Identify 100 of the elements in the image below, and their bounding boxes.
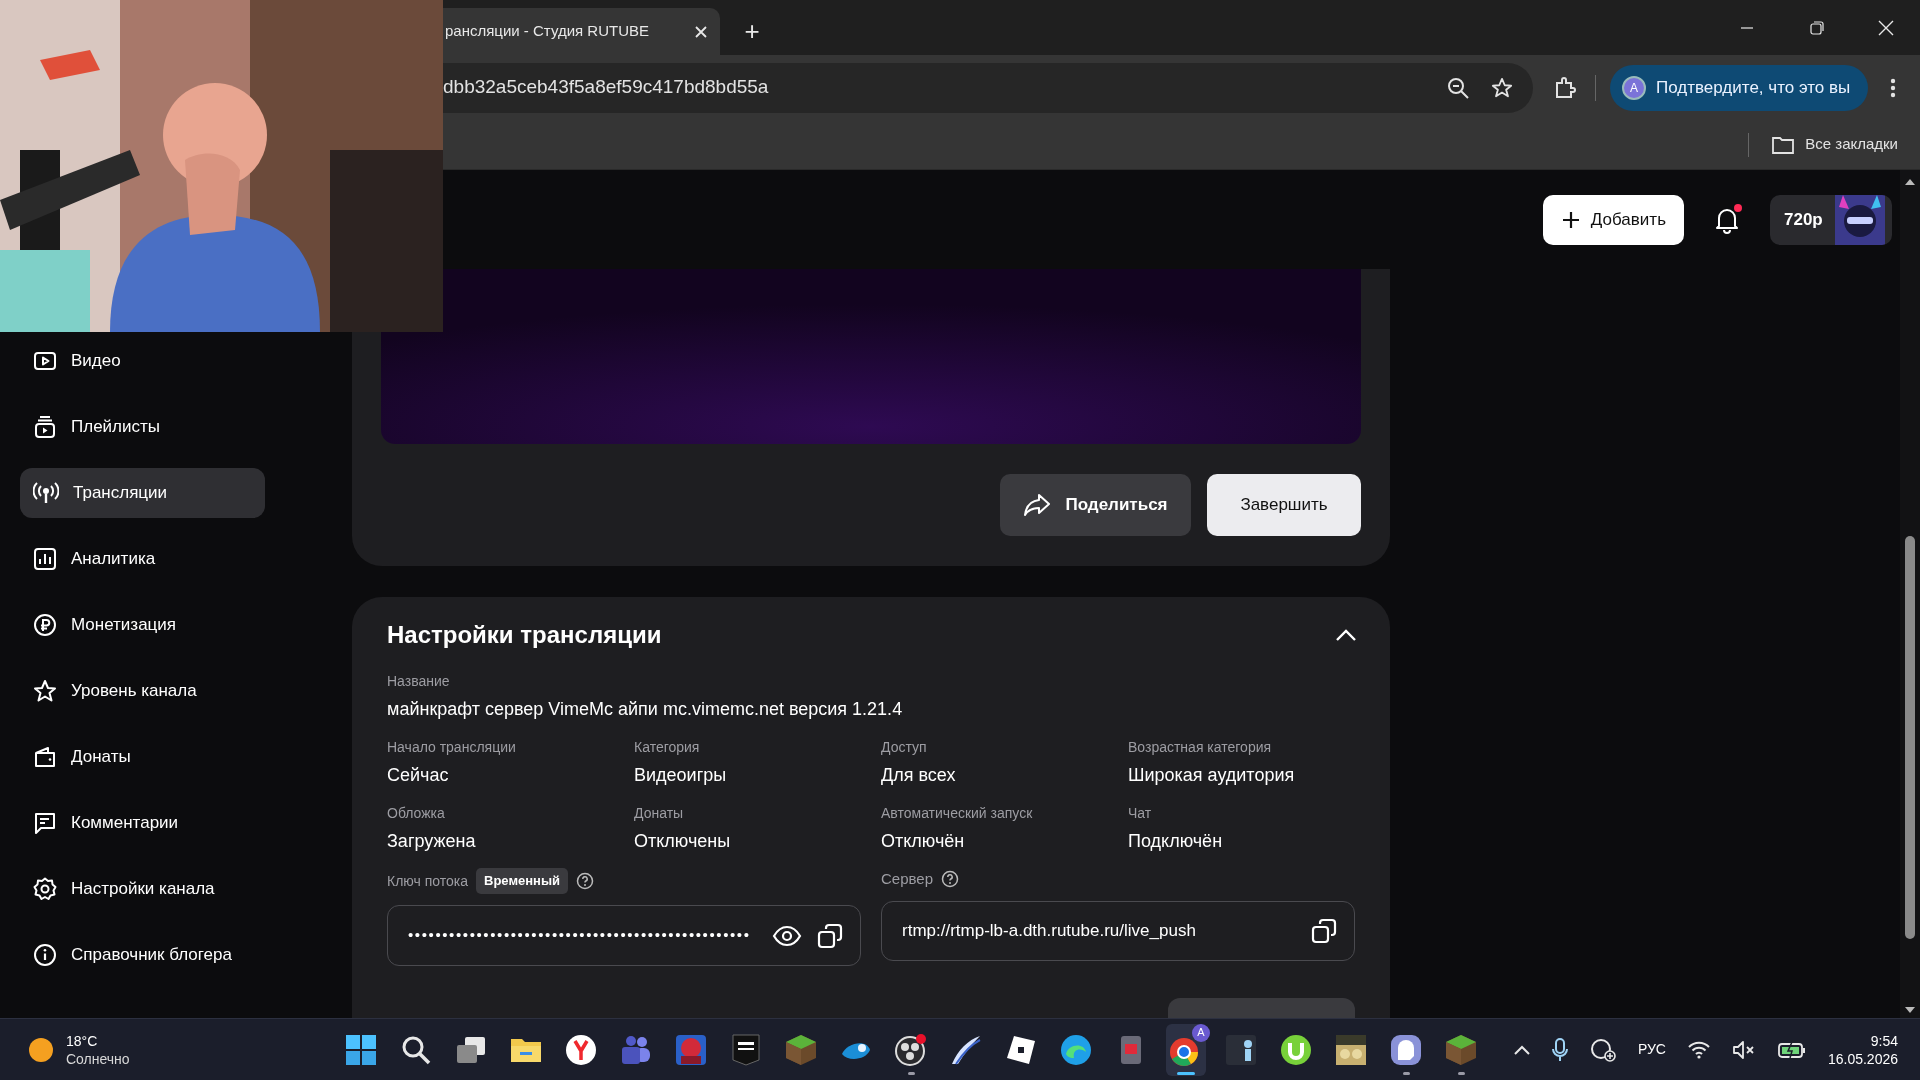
broadcast-icon	[33, 481, 59, 505]
sidebar-label: Плейлисты	[71, 416, 160, 439]
number-tile-icon	[1225, 1033, 1257, 1066]
collapse-chevron-icon[interactable]	[1335, 628, 1357, 642]
share-button[interactable]: Поделиться	[1000, 474, 1191, 536]
close-icon[interactable]	[1878, 19, 1894, 36]
field-value: Подключён	[1128, 830, 1224, 853]
scroll-up-icon[interactable]	[1904, 178, 1916, 186]
show-eye-icon[interactable]	[772, 924, 802, 947]
sidebar-item[interactable]: Донаты	[20, 732, 265, 782]
share-icon	[1023, 493, 1052, 517]
field-value: Широкая аудитория	[1128, 764, 1296, 787]
grass-block-icon	[785, 1033, 817, 1066]
field-label: Ключ потока	[387, 871, 469, 891]
restore-icon[interactable]	[1810, 20, 1824, 35]
new-tab-button[interactable]: +	[736, 15, 768, 47]
weather-text: Солнечно	[66, 1049, 130, 1068]
tab-title: рансляции - Студия RUTUBE	[445, 21, 650, 42]
sidebar-label: Настройки канала	[71, 878, 215, 901]
folder-icon	[1771, 134, 1796, 155]
extensions-icon[interactable]	[1553, 75, 1577, 100]
field-label: Доступ	[881, 738, 928, 757]
field-value: Отключён	[881, 830, 966, 853]
field-value: Для всех	[881, 764, 957, 787]
info-icon	[33, 943, 57, 967]
close-icon[interactable]	[694, 24, 708, 39]
sidebar-label: Монетизация	[71, 614, 177, 637]
browser-tab[interactable]: рансляции - Студия RUTUBE	[443, 8, 720, 55]
menu-icon[interactable]	[1890, 77, 1896, 98]
address-bar[interactable]: dbb32a5ceb43f5a8ef59c417bd8bd55a	[443, 62, 1533, 113]
server-field[interactable]: rtmp://rtmp-lb-a.dth.rutube.ru/live_push	[881, 901, 1355, 961]
people-icon	[620, 1034, 652, 1065]
sidebar-label: Аналитика	[71, 548, 156, 571]
wifi-icon[interactable]	[1687, 1040, 1710, 1059]
sidebar-item[interactable]: Справочник блогера	[20, 930, 265, 980]
chevron-up-icon[interactable]	[1513, 1044, 1530, 1055]
copy-icon[interactable]	[816, 921, 844, 950]
windows-icon	[345, 1033, 377, 1066]
profile-badge: A	[1192, 1023, 1210, 1042]
bookmark-star-icon[interactable]	[1491, 76, 1513, 99]
grass-block-icon	[1445, 1033, 1477, 1066]
copy-icon[interactable]	[1310, 917, 1338, 945]
field-label: Автоматический запуск	[881, 804, 1034, 823]
sidebar-item[interactable]: Уровень канала	[20, 666, 265, 716]
sun-icon	[28, 1036, 54, 1063]
scrollbar[interactable]	[1900, 170, 1920, 1018]
wave-circle-icon	[1060, 1033, 1092, 1066]
sidebar-label: Справочник блогера	[71, 944, 232, 967]
photo-tile-icon	[1335, 1033, 1367, 1066]
sidebar-item[interactable]: Комментарии	[20, 798, 265, 848]
video-icon	[33, 349, 57, 373]
bookmarks-button[interactable]: Все закладки	[1805, 133, 1898, 156]
search-icon	[401, 1034, 431, 1065]
zoom-icon[interactable]	[1447, 76, 1469, 99]
field-label: Начало трансляции	[387, 738, 517, 757]
field-value: Видеоигры	[634, 764, 728, 787]
masked-key: ••••••••••••••••••••••••••••••••••••••••••••••••••	[408, 924, 758, 947]
sidebar-label: Трансляции	[73, 482, 168, 505]
sidebar-label: Видео	[71, 350, 121, 373]
y-circle-icon	[565, 1033, 597, 1066]
quality-avatar-button[interactable]: 720p	[1770, 194, 1892, 245]
swoosh-icon	[950, 1033, 982, 1066]
clock[interactable]: 9:54 16.05.2026	[1827, 1031, 1898, 1068]
help-icon[interactable]	[576, 872, 595, 890]
plus-icon	[1560, 209, 1581, 230]
field-value: Загружена	[387, 830, 477, 853]
help-icon[interactable]	[941, 870, 959, 888]
sidebar-item[interactable]: Плейлисты	[20, 402, 265, 452]
url-text: dbb32a5ceb43f5a8ef59c417bd8bd55a	[443, 75, 770, 100]
stream-key-field[interactable]: ••••••••••••••••••••••••••••••••••••••••••••••••••	[387, 905, 861, 966]
microphone-icon[interactable]	[1551, 1037, 1568, 1062]
add-button[interactable]: Добавить	[1542, 194, 1684, 245]
language-indicator[interactable]: РУС	[1637, 1039, 1666, 1060]
sidebar-item[interactable]: Трансляции	[20, 468, 265, 518]
field-label: Обложка	[387, 804, 446, 823]
field-label: Категория	[634, 738, 701, 757]
sidebar-item[interactable]: Видео	[20, 336, 265, 386]
battery-charging-icon[interactable]	[1777, 1040, 1806, 1059]
star-icon	[33, 679, 57, 703]
u-circle-icon	[1280, 1033, 1312, 1066]
sidebar-item[interactable]: Аналитика	[20, 534, 265, 584]
sidebar-item[interactable]: Монетизация	[20, 600, 265, 650]
profile-button[interactable]: A Подтвердите, что это вы	[1610, 64, 1868, 111]
finish-button[interactable]: Завершить	[1207, 474, 1361, 536]
scroll-down-icon[interactable]	[1904, 1006, 1916, 1014]
network-icon[interactable]	[1589, 1037, 1616, 1062]
field-value: Отключены	[634, 830, 732, 853]
settings-icon	[33, 877, 57, 901]
comment-icon	[33, 811, 57, 835]
field-label: Название	[387, 672, 451, 691]
aperture-icon	[894, 1032, 928, 1067]
field-label: Сервер	[881, 868, 933, 889]
scrollbar-thumb[interactable]	[1905, 536, 1915, 939]
game-icon	[675, 1033, 707, 1066]
temporary-badge: Временный	[476, 868, 569, 894]
sidebar-label: Донаты	[71, 746, 131, 769]
shield-icon	[732, 1033, 760, 1066]
temperature: 18°C	[66, 1031, 99, 1050]
sidebar-item[interactable]: Настройки канала	[20, 864, 265, 914]
muted-speaker-icon[interactable]	[1731, 1039, 1756, 1060]
